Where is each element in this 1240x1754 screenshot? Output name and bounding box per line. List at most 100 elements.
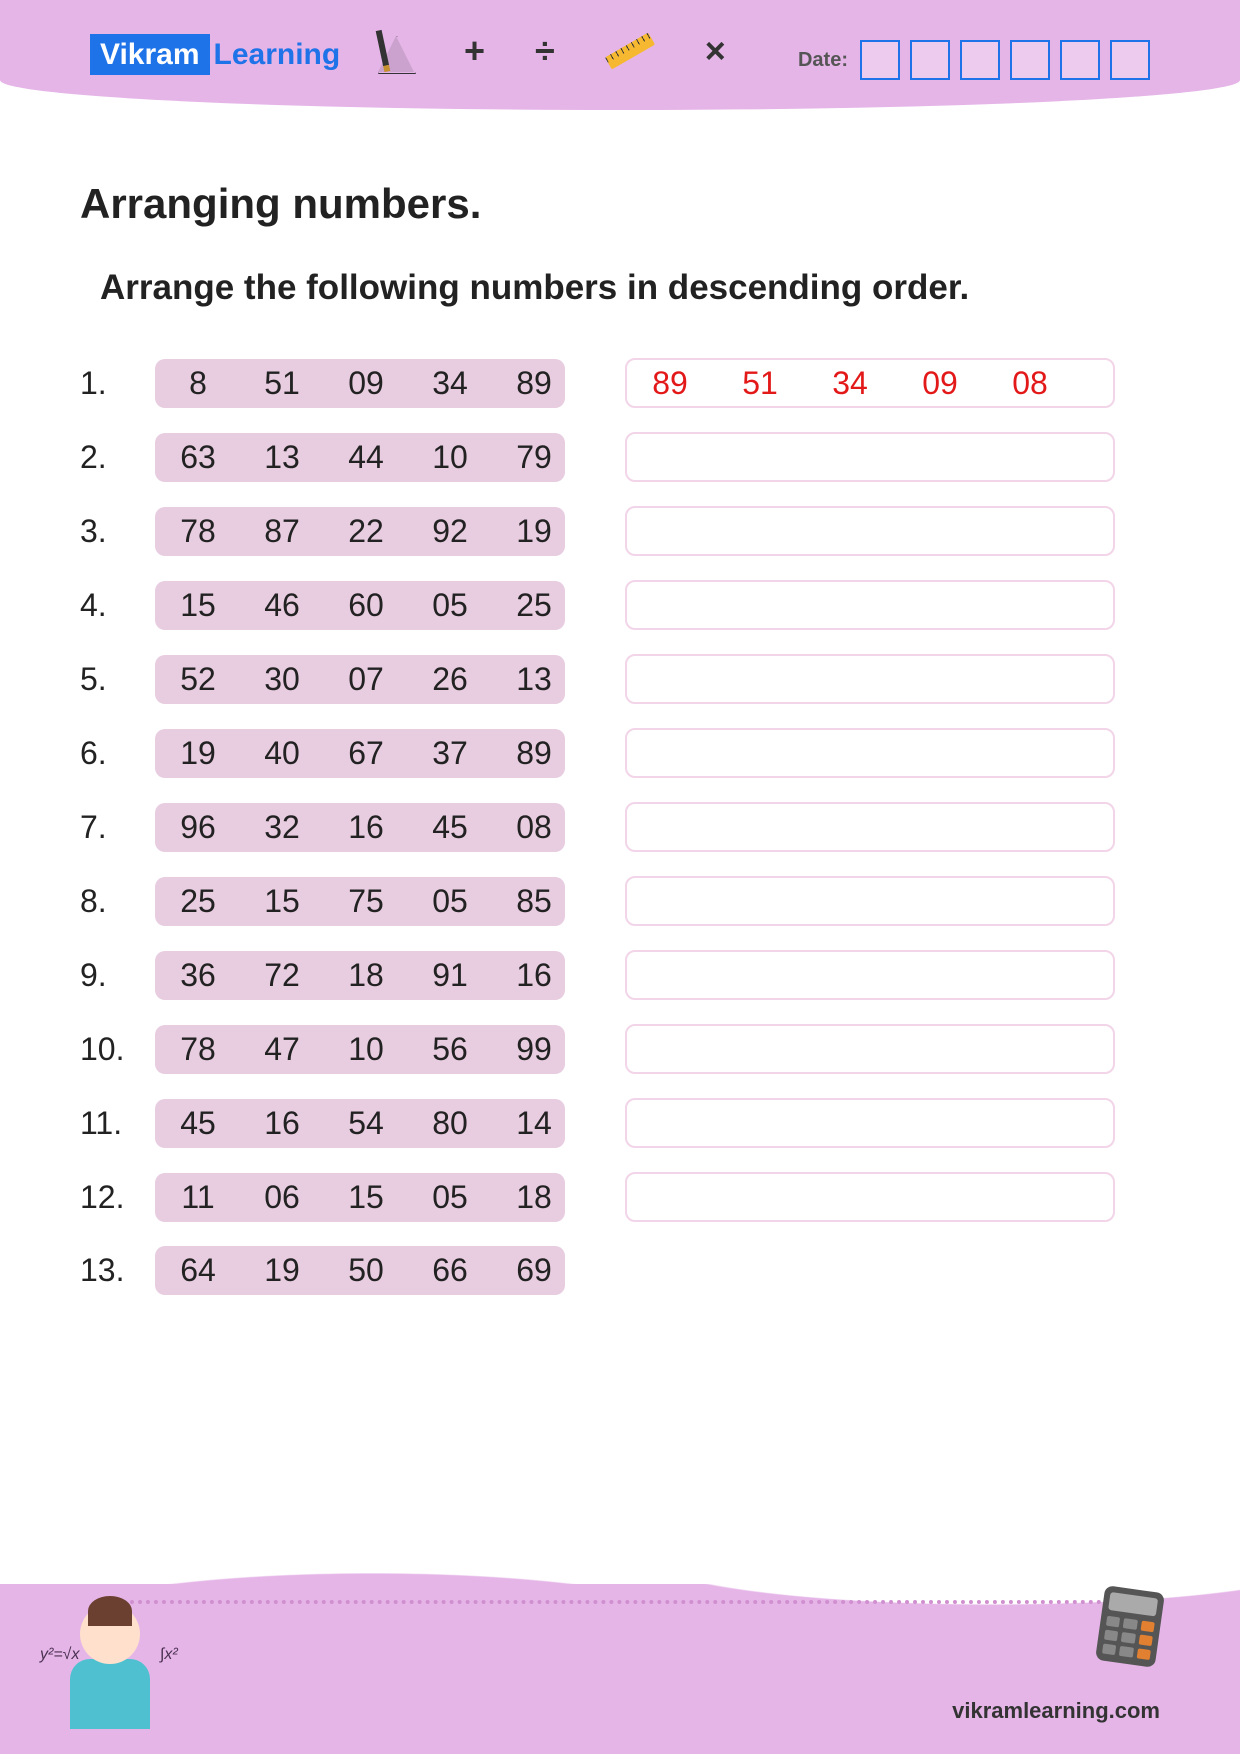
answer-box[interactable] (625, 1098, 1115, 1148)
number-value: 67 (341, 735, 391, 772)
number-value: 07 (341, 661, 391, 698)
row-number: 1. (80, 365, 135, 402)
formula-decor: y²=√x (40, 1646, 79, 1664)
number-value: 22 (341, 513, 391, 550)
number-value: 40 (257, 735, 307, 772)
answer-box[interactable] (625, 580, 1115, 630)
number-value: 45 (425, 809, 475, 846)
number-value: 44 (341, 439, 391, 476)
number-value: 09 (341, 365, 391, 402)
number-value: 54 (341, 1105, 391, 1142)
answer-box[interactable] (625, 950, 1115, 1000)
page-title: Arranging numbers. (80, 180, 1160, 228)
number-value: 25 (173, 883, 223, 920)
number-value: 37 (425, 735, 475, 772)
number-value: 85 (509, 883, 559, 920)
answer-value: 34 (825, 365, 875, 402)
number-value: 10 (425, 439, 475, 476)
number-value: 34 (425, 365, 475, 402)
number-value: 14 (509, 1105, 559, 1142)
row-number: 9. (80, 957, 135, 994)
number-value: 92 (425, 513, 475, 550)
number-value: 64 (173, 1252, 223, 1289)
number-value: 36 (173, 957, 223, 994)
instruction: Arrange the following numbers in descend… (80, 268, 1160, 308)
calculator-icon (1095, 1585, 1165, 1668)
problem-row: 6.1940673789 (80, 728, 1160, 778)
answer-box[interactable] (625, 432, 1115, 482)
number-value: 87 (257, 513, 307, 550)
number-value: 15 (257, 883, 307, 920)
divide-icon: ÷ (535, 30, 555, 72)
logo-part2: Learning (210, 38, 341, 71)
row-number: 4. (80, 587, 135, 624)
student-avatar-icon (60, 1604, 160, 1744)
number-value: 19 (509, 513, 559, 550)
answer-value: 08 (1005, 365, 1055, 402)
number-value: 16 (257, 1105, 307, 1142)
answer-value: 09 (915, 365, 965, 402)
date-box[interactable] (910, 40, 950, 80)
number-value: 75 (341, 883, 391, 920)
rows-container: 1.85109348989513409082.63134410793.78872… (80, 358, 1160, 1295)
content: Arranging numbers. Arrange the following… (0, 110, 1240, 1295)
problem-row: 1.8510934898951340908 (80, 358, 1160, 408)
number-value: 72 (257, 957, 307, 994)
number-set: 7847105699 (155, 1025, 565, 1074)
number-value: 78 (173, 513, 223, 550)
problem-row: 11.4516548014 (80, 1098, 1160, 1148)
number-set: 6419506669 (155, 1246, 565, 1295)
header-icons: + ÷ × (380, 30, 726, 72)
problem-row: 2.6313441079 (80, 432, 1160, 482)
date-box[interactable] (1010, 40, 1050, 80)
answer-box[interactable] (625, 1024, 1115, 1074)
answer-box[interactable] (625, 802, 1115, 852)
problem-row: 10.7847105699 (80, 1024, 1160, 1074)
date-boxes (860, 40, 1150, 80)
number-value: 47 (257, 1031, 307, 1068)
row-number: 7. (80, 809, 135, 846)
number-value: 78 (173, 1031, 223, 1068)
number-value: 25 (509, 587, 559, 624)
number-value: 30 (257, 661, 307, 698)
number-value: 56 (425, 1031, 475, 1068)
number-value: 45 (173, 1105, 223, 1142)
date-box[interactable] (960, 40, 1000, 80)
number-set: 78 87 22 92 19 (155, 507, 565, 556)
number-set: 5230072613 (155, 655, 565, 704)
logo: VikramLearning (90, 38, 340, 72)
logo-part1: Vikram (90, 34, 210, 75)
problem-row: 7.9632164508 (80, 802, 1160, 852)
answer-box[interactable] (625, 506, 1115, 556)
number-value: 05 (425, 587, 475, 624)
date-box[interactable] (860, 40, 900, 80)
number-set: 1940673789 (155, 729, 565, 778)
row-number: 5. (80, 661, 135, 698)
number-value: 66 (425, 1252, 475, 1289)
row-number: 2. (80, 439, 135, 476)
number-value: 16 (341, 809, 391, 846)
number-value: 8 (173, 365, 223, 402)
date-box[interactable] (1060, 40, 1100, 80)
answer-box[interactable] (625, 1172, 1115, 1222)
number-value: 50 (341, 1252, 391, 1289)
row-number: 12. (80, 1179, 135, 1216)
number-value: 32 (257, 809, 307, 846)
answer-box[interactable] (625, 876, 1115, 926)
answer-box[interactable] (625, 654, 1115, 704)
date-box[interactable] (1110, 40, 1150, 80)
number-value: 16 (509, 957, 559, 994)
row-number: 10. (80, 1031, 135, 1068)
answer-box[interactable] (625, 728, 1115, 778)
answer-value: 89 (645, 365, 695, 402)
number-value: 80 (425, 1105, 475, 1142)
date-label: Date: (798, 49, 848, 72)
problem-row: 4.1546600525 (80, 580, 1160, 630)
site-url: vikramlearning.com (952, 1698, 1160, 1724)
number-value: 05 (425, 883, 475, 920)
number-value: 11 (173, 1179, 223, 1216)
number-set: 1106150518 (155, 1173, 565, 1222)
number-value: 89 (509, 365, 559, 402)
problem-row: 3.7887229219 (80, 506, 1160, 556)
answer-box[interactable]: 8951340908 (625, 358, 1115, 408)
